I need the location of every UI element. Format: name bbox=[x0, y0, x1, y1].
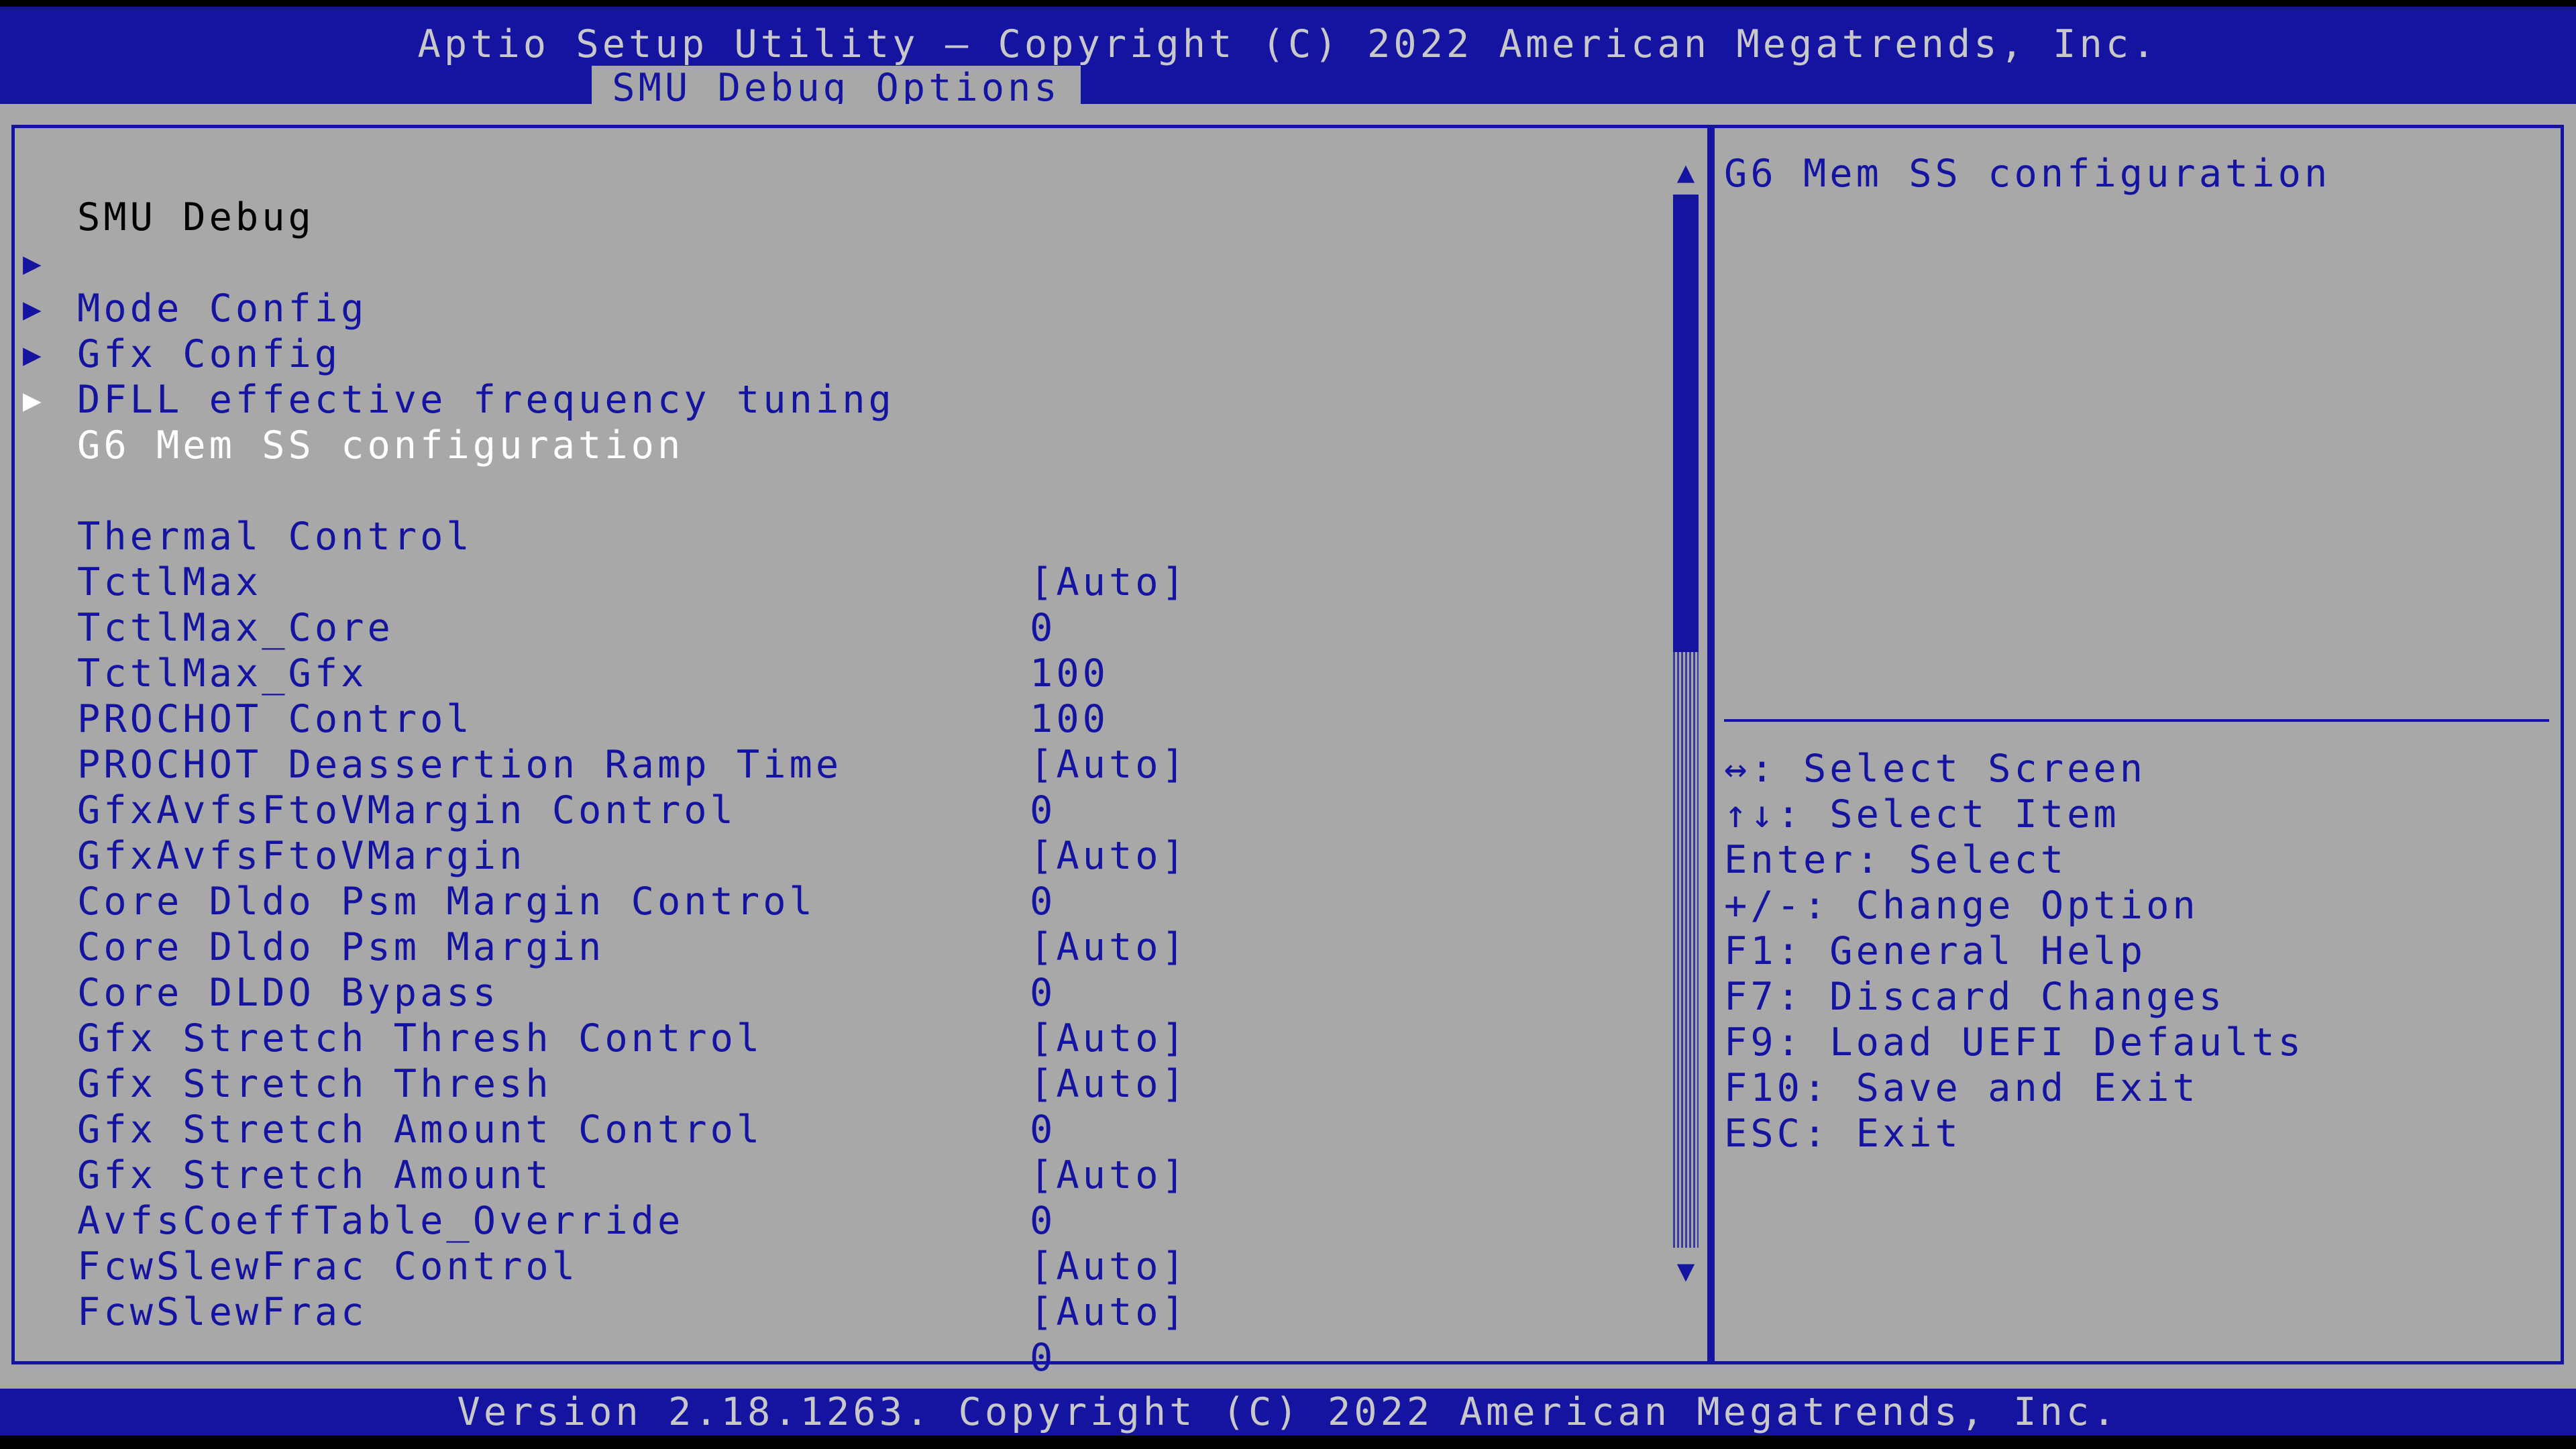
help-description: G6 Mem SS configuration bbox=[1724, 152, 2331, 196]
help-panel bbox=[1711, 125, 2564, 1364]
key-hint: +/-: Change Option bbox=[1724, 883, 2199, 928]
setting-row[interactable]: AvfsCoeffTable_Override [Auto] bbox=[0, 1152, 1664, 1289]
setting-row[interactable]: TctlMax 0 bbox=[0, 514, 1664, 650]
submenu-dfll-tuning[interactable]: DFLL effective frequency tuning bbox=[0, 331, 1664, 422]
scrollbar-thumb[interactable] bbox=[1673, 195, 1699, 652]
key-hint: ↔: Select Screen bbox=[1724, 747, 2147, 791]
setting-row[interactable]: Core DLDO Bypass [Auto] bbox=[0, 924, 1664, 1061]
app-title: Aptio Setup Utility – Copyright (C) 2022… bbox=[417, 22, 2159, 66]
setting-row[interactable]: Thermal Control [Auto] bbox=[0, 468, 1664, 604]
submenu-gfx-config[interactable]: Gfx Config bbox=[0, 286, 1664, 376]
key-hint: F9: Load UEFI Defaults bbox=[1724, 1020, 2304, 1065]
version-text: Version 2.18.1263. Copyright (C) 2022 Am… bbox=[457, 1390, 2119, 1434]
submenu-g6-mem-ss[interactable]: G6 Mem SS configuration bbox=[0, 377, 1664, 468]
setting-row[interactable]: Core Dldo Psm Margin 0 bbox=[0, 879, 1664, 1015]
key-hint: F10: Save and Exit bbox=[1724, 1066, 2199, 1110]
setting-row[interactable]: Core Dldo Psm Margin Control [Auto] bbox=[0, 833, 1664, 969]
key-hint: Enter: Select bbox=[1724, 838, 2068, 882]
scroll-up-icon[interactable]: ▲ bbox=[1669, 156, 1703, 189]
setting-row[interactable]: Gfx Stretch Amount Control [Auto] bbox=[0, 1061, 1664, 1197]
setting-row[interactable]: Gfx Stretch Thresh Control [Auto] bbox=[0, 970, 1664, 1106]
setting-value[interactable]: [Auto] bbox=[1030, 1289, 1188, 1335]
setting-row[interactable]: Gfx Stretch Thresh 0 bbox=[0, 1016, 1664, 1152]
setting-value[interactable]: 0 bbox=[1030, 1335, 1056, 1381]
setting-row[interactable]: FcwSlewFrac Control [Auto] bbox=[0, 1198, 1664, 1334]
key-hint: ESC: Exit bbox=[1724, 1112, 1962, 1156]
help-divider bbox=[1724, 719, 2549, 722]
setting-row[interactable]: TctlMax_Gfx 100 bbox=[0, 605, 1664, 741]
setting-row[interactable]: GfxAvfsFtoVMargin Control [Auto] bbox=[0, 742, 1664, 878]
footer-bar: Version 2.18.1263. Copyright (C) 2022 Am… bbox=[0, 1389, 2576, 1436]
setting-row[interactable]: GfxAvfsFtoVMargin 0 bbox=[0, 788, 1664, 924]
scroll-down-icon[interactable]: ▼ bbox=[1669, 1254, 1703, 1288]
key-hint: F1: General Help bbox=[1724, 929, 2147, 973]
setting-row[interactable]: FcwSlewFrac 0 bbox=[0, 1244, 1664, 1380]
title-bar: Aptio Setup Utility – Copyright (C) 2022… bbox=[0, 7, 2576, 111]
setting-row[interactable]: TctlMax_Core 100 bbox=[0, 559, 1664, 696]
key-hint: ↑↓: Select Item bbox=[1724, 792, 2120, 837]
key-hint: F7: Discard Changes bbox=[1724, 975, 2226, 1019]
setting-row[interactable]: PROCHOT Deassertion Ramp Time 0 bbox=[0, 696, 1664, 833]
setting-row[interactable]: Gfx Stretch Amount 0 bbox=[0, 1107, 1664, 1243]
section-title: SMU Debug bbox=[77, 195, 315, 239]
setting-row[interactable]: PROCHOT Control [Auto] bbox=[0, 651, 1664, 787]
submenu-mode-config[interactable]: Mode Config bbox=[0, 240, 1664, 331]
